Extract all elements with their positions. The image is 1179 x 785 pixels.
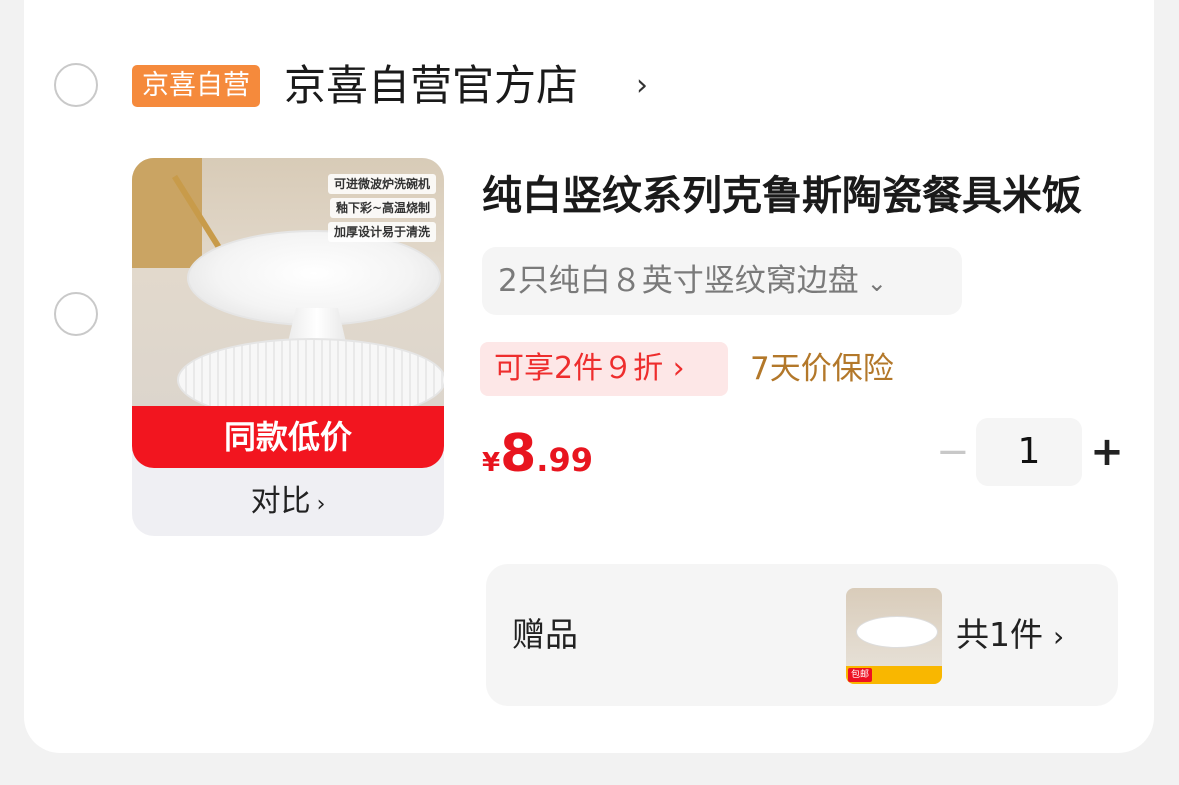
quantity-input[interactable]: 1 (976, 418, 1082, 486)
product-photo: 可进微波炉洗碗机 釉下彩~高温烧制 加厚设计易于清洗 (132, 158, 444, 422)
promo-tag[interactable]: 可享2件９折 › (480, 342, 728, 396)
price-insurance-tag[interactable]: 7天价保险 (750, 342, 894, 396)
gift-count[interactable]: 共1件 › (956, 608, 1064, 664)
store-name-link[interactable]: 京喜自营官方店 (284, 58, 578, 114)
spec-label: 2只纯白８英寸竖纹窝边盘 (498, 263, 859, 299)
gift-tag: 包邮 (848, 668, 873, 682)
low-price-banner[interactable]: 同款低价 (132, 406, 444, 468)
price-integer: 8 (500, 424, 537, 484)
image-caption: 可进微波炉洗碗机 (327, 174, 436, 194)
increase-quantity-button[interactable]: + (1090, 426, 1124, 482)
chevron-right-icon: › (316, 492, 326, 517)
gift-label: 赠品 (512, 615, 578, 654)
store-select-radio[interactable] (54, 63, 98, 107)
gift-row[interactable]: 赠品 包邮 共1件 › (486, 564, 1118, 706)
chevron-down-icon: ⌄ (866, 269, 887, 297)
compare-button[interactable]: 对比 › (132, 474, 444, 530)
decrease-quantity-button[interactable]: − (936, 426, 970, 482)
image-caption: 加厚设计易于清洗 (327, 222, 436, 242)
image-captions: 可进微波炉洗碗机 釉下彩~高温烧制 加厚设计易于清洗 (327, 174, 436, 242)
item-select-radio[interactable] (54, 292, 98, 336)
product-thumbnail[interactable]: 可进微波炉洗碗机 釉下彩~高温烧制 加厚设计易于清洗 同款低价 对比 › (132, 158, 444, 536)
currency-symbol: ¥ (482, 448, 501, 478)
chevron-right-icon: › (1053, 620, 1065, 653)
chevron-right-icon[interactable]: › (636, 58, 648, 114)
price-decimal: .99 (536, 441, 593, 479)
gift-count-label: 共1件 (956, 615, 1043, 654)
store-badge: 京喜自营 (132, 65, 260, 107)
product-price: ¥8.99 (482, 422, 593, 498)
spec-selector[interactable]: 2只纯白８英寸竖纹窝边盘 ⌄ (482, 247, 962, 315)
image-caption: 釉下彩~高温烧制 (329, 198, 436, 218)
product-title[interactable]: 纯白竖纹系列克鲁斯陶瓷餐具米饭 (482, 168, 1122, 224)
compare-label: 对比 (250, 484, 311, 519)
gift-thumbnail: 包邮 (846, 588, 942, 684)
